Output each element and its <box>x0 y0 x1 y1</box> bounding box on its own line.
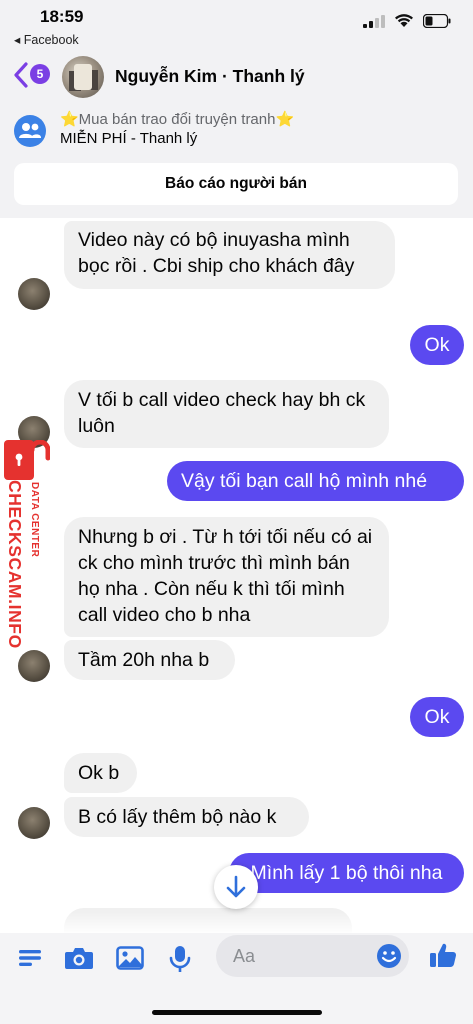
message-bubble[interactable]: Video này có bộ inuyasha mình bọc rồi . … <box>64 221 395 289</box>
message-input-placeholder: Aa <box>233 946 256 966</box>
message-bubble[interactable]: Tầm 20h nha b <box>64 640 235 680</box>
watermark-small-text: DATA CENTER <box>29 482 40 558</box>
home-indicator <box>152 1010 322 1015</box>
group-icon <box>14 115 46 147</box>
signal-icon <box>363 14 385 28</box>
scroll-down-button[interactable] <box>214 865 258 909</box>
message-bubble[interactable]: V tối b call video check hay bh ck luôn <box>64 380 389 448</box>
seller-avatar[interactable] <box>62 56 104 98</box>
camera-icon[interactable] <box>64 945 94 971</box>
back-to-app-link[interactable]: ◂ Facebook <box>14 32 79 47</box>
seller-avatar-small[interactable] <box>18 278 50 310</box>
wifi-icon <box>395 14 413 27</box>
chat-header: 5 Nguyễn Kim · Thanh lý <box>0 52 473 102</box>
status-time: 18:59 <box>40 7 84 26</box>
scroll-fade <box>0 912 473 934</box>
gallery-icon[interactable] <box>116 945 144 971</box>
group-name[interactable]: ⭐Mua bán trao đổi truyện tranh⭐ <box>60 110 294 128</box>
like-thumb-icon[interactable] <box>429 941 457 969</box>
watermark-lock-icon <box>4 440 50 480</box>
chat-title[interactable]: Nguyễn Kim · Thanh lý <box>115 66 305 87</box>
listing-label: MIỄN PHÍ - Thanh lý <box>60 130 198 147</box>
watermark-big-text: CHECKSCAM.INFO <box>5 480 25 649</box>
emoji-icon[interactable] <box>376 943 402 969</box>
message-bubble[interactable]: Vậy tối bạn call hộ mình nhé <box>167 461 464 501</box>
message-bubble[interactable]: Nhưng b ơi . Từ h tới tối nếu có ai ck c… <box>64 517 389 637</box>
more-actions-icon[interactable] <box>17 945 43 971</box>
microphone-icon[interactable] <box>168 945 192 973</box>
arrow-down-icon <box>226 875 246 898</box>
unread-badge: 5 <box>30 64 50 84</box>
composer-bar: Aa <box>0 933 473 1024</box>
watermark: DATA CENTER CHECKSCAM.INFO <box>3 480 40 665</box>
message-bubble[interactable]: Mình lấy 1 bộ thôi nha <box>229 853 464 893</box>
seller-avatar-small[interactable] <box>18 807 50 839</box>
status-icons <box>363 13 451 28</box>
report-seller-button[interactable]: Báo cáo người bán <box>14 163 458 205</box>
message-bubble[interactable]: Ok b <box>64 753 137 793</box>
message-bubble[interactable]: Ok <box>410 697 464 737</box>
back-chevron-icon[interactable] <box>12 61 30 89</box>
battery-icon <box>423 13 451 28</box>
message-bubble[interactable]: B có lấy thêm bộ nào k <box>64 797 309 837</box>
message-bubble[interactable]: Ok <box>410 325 464 365</box>
